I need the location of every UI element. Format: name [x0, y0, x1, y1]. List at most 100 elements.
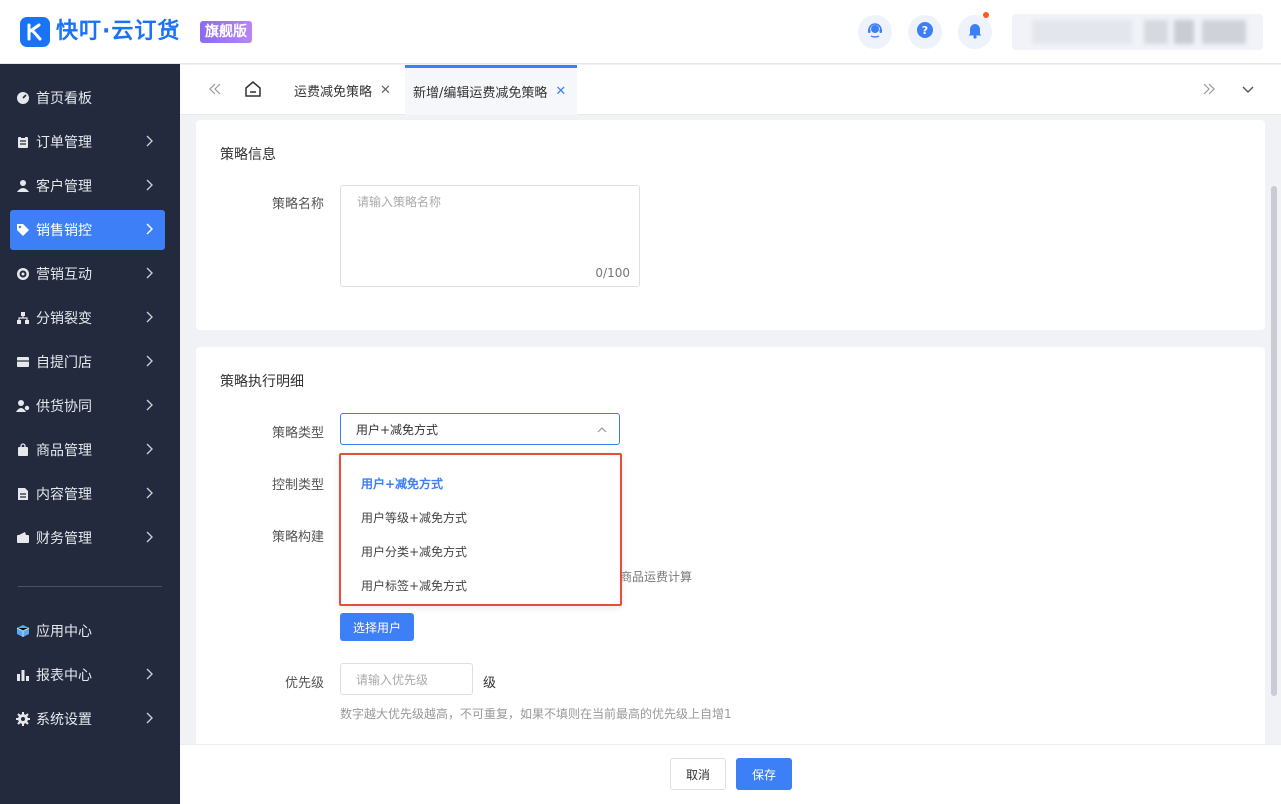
sidebar-item-supply[interactable]: 供货协同	[10, 386, 165, 426]
page-scrollbar[interactable]	[1271, 186, 1277, 696]
dropdown-option[interactable]: 用户分类+减免方式	[361, 543, 467, 560]
tab-edit-freight-relief-strategy[interactable]: 新增/编辑运费减免策略 ✕	[405, 65, 577, 115]
sidebar-item-settings[interactable]: 系统设置	[10, 699, 165, 739]
tab-label: 新增/编辑运费减免策略	[413, 86, 548, 101]
sidebar-item-content[interactable]: 内容管理	[10, 474, 165, 514]
notification-button[interactable]	[958, 12, 992, 49]
priority-label: 优先级	[284, 676, 324, 691]
chevron-right-icon	[145, 487, 153, 503]
sidebar-item-label: 系统设置	[36, 712, 92, 728]
bar-chart-icon	[16, 668, 30, 682]
section-title: 策略信息	[220, 147, 276, 163]
document-icon	[16, 487, 30, 501]
sidebar-item-label: 营销互动	[36, 267, 92, 283]
logo-icon	[20, 17, 50, 47]
gear-icon	[16, 712, 30, 726]
select-user-button[interactable]: 选择用户	[340, 613, 414, 641]
user-account-area[interactable]	[1012, 14, 1263, 50]
save-button[interactable]: 保存	[736, 758, 792, 790]
dashboard-icon	[16, 91, 30, 105]
home-tab-button[interactable]	[244, 80, 262, 102]
close-icon[interactable]: ✕	[555, 84, 566, 99]
help-button[interactable]: ?	[908, 15, 942, 49]
sidebar-item-distribution[interactable]: 分销裂变	[10, 298, 165, 338]
sidebar-item-customers[interactable]: 客户管理	[10, 166, 165, 206]
chevron-right-icon	[145, 443, 153, 459]
brand-name: 快叮·云订货	[56, 19, 181, 44]
customer-service-button[interactable]	[858, 15, 892, 49]
question-icon: ?	[916, 21, 934, 43]
close-icon[interactable]: ✕	[380, 83, 391, 98]
sidebar-item-label: 供货协同	[36, 399, 92, 415]
chevron-right-icon	[145, 399, 153, 415]
sidebar-item-label: 首页看板	[36, 91, 92, 107]
tab-label: 运费减免策略	[294, 84, 373, 100]
sidebar-item-label: 商品管理	[36, 443, 92, 459]
sidebar-item-label: 财务管理	[36, 531, 92, 547]
sidebar-item-marketing[interactable]: 营销互动	[10, 254, 165, 294]
sidebar-item-pickup-store[interactable]: 自提门店	[10, 342, 165, 382]
cancel-button[interactable]: 取消	[670, 758, 726, 790]
tabs-menu-button[interactable]	[1241, 83, 1255, 101]
sidebar-item-label: 销售销控	[36, 223, 92, 239]
bell-icon	[966, 21, 984, 43]
control-type-label: 控制类型	[271, 478, 324, 493]
sidebar-item-reports[interactable]: 报表中心	[10, 655, 165, 695]
headset-icon	[866, 21, 884, 43]
sidebar-item-label: 客户管理	[36, 179, 92, 195]
user-icon	[16, 179, 30, 193]
sidebar-item-dashboard[interactable]: 首页看板	[10, 78, 165, 118]
cube-icon	[16, 624, 30, 638]
chevron-right-icon	[145, 531, 153, 547]
chevron-up-icon	[597, 424, 607, 438]
section-title: 策略执行明细	[220, 374, 304, 390]
tag-icon	[16, 223, 30, 237]
chevron-right-icon	[145, 135, 153, 151]
chevron-right-icon	[145, 179, 153, 195]
priority-hint: 数字越大优先级越高，不可重复，如果不填则在当前最高的优先级上自增1	[340, 707, 732, 721]
chevron-right-icon	[145, 355, 153, 371]
strategy-type-label: 策略类型	[271, 426, 324, 441]
sidebar-item-app-center[interactable]: 应用中心	[10, 611, 165, 651]
sidebar-item-finance[interactable]: 财务管理	[10, 518, 165, 558]
edition-badge: 旗舰版	[200, 21, 252, 43]
chevron-right-icon	[145, 311, 153, 327]
clipboard-icon	[16, 135, 30, 149]
chevron-right-icon	[145, 223, 153, 239]
sidebar-item-label: 报表中心	[36, 668, 92, 684]
sidebar-item-label: 应用中心	[36, 624, 92, 640]
priority-input[interactable]: 请输入优先级	[340, 663, 473, 695]
home-icon	[245, 81, 261, 97]
bag-icon	[16, 443, 30, 457]
dropdown-option[interactable]: 用户+减免方式	[361, 475, 443, 492]
select-value: 用户+减免方式	[356, 422, 439, 437]
strategy-info-card: 策略信息 策略名称 请输入策略名称 0/100	[196, 120, 1265, 330]
svg-text:?: ?	[922, 24, 928, 37]
strategy-type-dropdown: 用户+减免方式 用户等级+减免方式 用户分类+减免方式 用户标签+减免方式	[339, 453, 622, 606]
sidebar: 首页看板 订单管理 客户管理 销售销控 营销互动 分销裂变 自提门店 供货协同 …	[0, 64, 180, 804]
supplier-icon	[16, 399, 30, 413]
strategy-type-select[interactable]: 用户+减免方式	[340, 413, 620, 445]
strategy-name-label: 策略名称	[271, 197, 324, 212]
unread-dot	[983, 12, 989, 18]
top-header: 快叮·云订货 旗舰版 ?	[0, 0, 1281, 64]
double-chevron-left-icon	[209, 83, 221, 95]
sidebar-item-products[interactable]: 商品管理	[10, 430, 165, 470]
tabs-bar: 运费减免策略 ✕ 新增/编辑运费减免策略 ✕	[180, 65, 1281, 115]
tab-freight-relief-strategy[interactable]: 运费减免策略 ✕	[286, 65, 402, 115]
dropdown-option[interactable]: 用户标签+减免方式	[361, 577, 467, 594]
store-icon	[16, 355, 30, 369]
chevron-right-icon	[145, 712, 153, 728]
sidebar-divider	[18, 586, 162, 587]
sidebar-item-orders[interactable]: 订单管理	[10, 122, 165, 162]
scroll-tabs-left-button[interactable]	[208, 82, 222, 100]
sidebar-item-label: 分销裂变	[36, 311, 92, 327]
chevron-right-icon	[145, 267, 153, 283]
scroll-tabs-right-button[interactable]	[1202, 82, 1216, 100]
network-icon	[16, 311, 30, 325]
strategy-name-textarea[interactable]: 请输入策略名称 0/100	[340, 185, 640, 287]
form-footer: 取消 保存	[180, 744, 1281, 804]
dropdown-option[interactable]: 用户等级+减免方式	[361, 509, 467, 526]
char-counter: 0/100	[595, 266, 630, 280]
sidebar-item-sales-control[interactable]: 销售销控	[10, 210, 165, 250]
